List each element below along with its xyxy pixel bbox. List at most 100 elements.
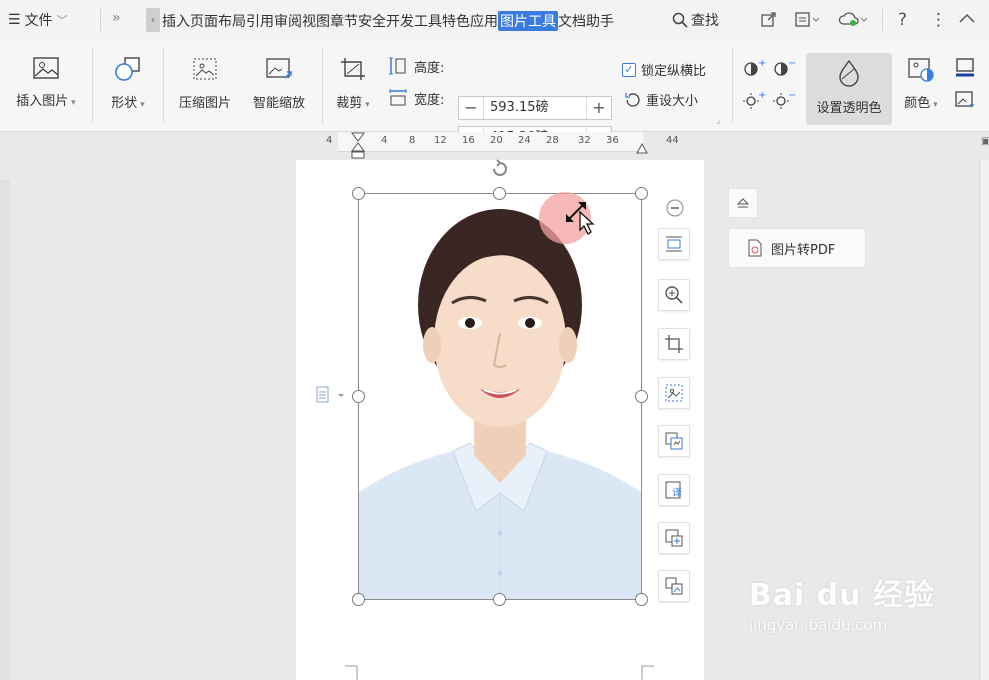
- lock-ratio-checkbox[interactable]: ✓ 锁定纵横比: [622, 60, 706, 79]
- crop-side-button[interactable]: [658, 328, 690, 360]
- set-transparent-label: 设置透明色: [816, 101, 882, 116]
- menu-bar: ☰ 文件 ﹀ » ‹ 插入 页面布局 引用 审阅 视图 章节 安全 开发工具 特…: [0, 0, 989, 40]
- insert-picture-button[interactable]: 插入图片 ▾: [6, 56, 86, 109]
- tab-view[interactable]: 视图: [302, 11, 330, 31]
- resize-handle-top-right[interactable]: [635, 187, 648, 200]
- resize-cursor-icon: [566, 202, 595, 235]
- reset-size-button[interactable]: 重设大小: [624, 90, 698, 109]
- right-indent-marker-icon[interactable]: [636, 138, 648, 154]
- cloud-sync-icon[interactable]: [838, 10, 868, 32]
- tab-security[interactable]: 安全: [358, 11, 386, 31]
- text-wrap-button[interactable]: [658, 228, 690, 260]
- shape-icon: [115, 57, 140, 81]
- collapse-ribbon-icon[interactable]: [958, 10, 976, 32]
- tab-references[interactable]: 引用: [246, 11, 274, 31]
- set-transparent-color-button[interactable]: 设置透明色: [806, 53, 892, 125]
- height-decrease-button[interactable]: −: [459, 97, 483, 119]
- decrease-contrast-icon[interactable]: −: [772, 58, 796, 81]
- resize-handle-right[interactable]: [635, 390, 648, 403]
- tab-featured[interactable]: 特色应用: [442, 11, 498, 31]
- layout-options-icon[interactable]: [316, 386, 348, 404]
- compress-icon: [193, 58, 217, 80]
- height-input[interactable]: 593.15磅: [483, 97, 587, 119]
- compress-picture-label: 压缩图片: [178, 96, 231, 111]
- decrease-brightness-icon[interactable]: −: [772, 90, 796, 113]
- resize-handle-bottom[interactable]: [493, 593, 506, 606]
- image-select-button[interactable]: [658, 377, 690, 409]
- tab-page-layout[interactable]: 页面布局: [190, 11, 246, 31]
- picture-effects-icon[interactable]: [954, 90, 976, 115]
- width-label: 宽度:: [414, 92, 445, 108]
- horizontal-ruler[interactable]: 4 4 8 12 16 20 24 28 32 36 44 ▣: [0, 132, 989, 160]
- ruler-tick: 12: [434, 135, 447, 146]
- checkbox-checked-icon: ✓: [622, 62, 636, 77]
- increase-brightness-icon[interactable]: +: [742, 90, 766, 113]
- tab-section[interactable]: 章节: [330, 11, 358, 31]
- export-icon[interactable]: [794, 10, 820, 32]
- svg-text:+: +: [758, 58, 766, 69]
- search-button[interactable]: 查找: [672, 10, 719, 30]
- image-translate-button[interactable]: 译: [658, 474, 690, 506]
- svg-text:−: −: [788, 58, 796, 69]
- image-add-button[interactable]: [658, 522, 690, 554]
- tab-developer[interactable]: 开发工具: [386, 11, 442, 31]
- share-icon[interactable]: [760, 10, 778, 32]
- tab-picture-tools[interactable]: 图片工具: [498, 11, 558, 31]
- dropdown-arrow-icon: ▾: [362, 100, 370, 110]
- file-menu-label: 文件: [24, 13, 53, 29]
- ribbon-divider: [732, 48, 733, 124]
- resize-handle-bottom-left[interactable]: [352, 593, 365, 606]
- smart-zoom-label: 智能缩放: [252, 96, 305, 111]
- help-icon[interactable]: ?: [898, 10, 907, 30]
- droplet-icon: [839, 59, 859, 87]
- ribbon-tabs: 插入 页面布局 引用 审阅 视图 章节 安全 开发工具 特色应用 图片工具 文档…: [162, 11, 614, 31]
- image-replace-button[interactable]: [658, 425, 690, 457]
- width-icon: [389, 89, 407, 106]
- image-extract-button[interactable]: [658, 570, 690, 602]
- tab-insert[interactable]: 插入: [162, 11, 190, 31]
- resize-handle-top-left[interactable]: [352, 187, 365, 200]
- svg-text:−: −: [788, 90, 796, 101]
- dropdown-arrow-icon: ▾: [68, 98, 76, 108]
- image-select-icon: [665, 384, 683, 402]
- vertical-scrollbar[interactable]: [979, 160, 989, 680]
- collapse-toolbar-icon[interactable]: [665, 198, 685, 218]
- reset-size-icon: [625, 92, 640, 107]
- ruler-tick: 32: [578, 135, 591, 146]
- scroll-left-button[interactable]: ‹: [146, 8, 160, 32]
- shape-button[interactable]: 形状 ▾: [100, 56, 156, 111]
- rotate-handle-icon[interactable]: [489, 158, 511, 180]
- more-tabs-icon[interactable]: »: [112, 10, 121, 26]
- increase-contrast-icon[interactable]: +: [742, 58, 766, 81]
- watermark-url-text: jingyan.baidu.com: [748, 616, 888, 634]
- crop-button[interactable]: 裁剪 ▾: [330, 56, 376, 111]
- zoom-picture-button[interactable]: [658, 279, 690, 311]
- crop-icon: [665, 335, 683, 353]
- picture-to-pdf-button[interactable]: 图片转PDF: [728, 228, 866, 268]
- panel-collapse-button[interactable]: [728, 188, 758, 218]
- indent-marker-icon[interactable]: [351, 132, 365, 160]
- resize-handle-bottom-right[interactable]: [635, 593, 648, 606]
- svg-text:译: 译: [672, 487, 682, 499]
- baidu-jingyan-watermark: Bai du 经验 jingyan.baidu.com: [749, 570, 935, 634]
- shape-label: 形状: [111, 96, 138, 111]
- more-options-icon[interactable]: ⋮: [930, 10, 947, 30]
- compress-picture-button[interactable]: 压缩图片: [170, 56, 240, 111]
- tab-review[interactable]: 审阅: [274, 11, 302, 31]
- size-dialog-launcher-icon[interactable]: ⌟: [716, 116, 720, 126]
- selection-frame: [358, 193, 642, 600]
- smart-zoom-button[interactable]: 智能缩放: [244, 56, 314, 111]
- menu-divider: [100, 9, 101, 31]
- menu-divider: [882, 9, 883, 31]
- picture-border-icon[interactable]: [954, 56, 976, 81]
- insert-picture-label: 插入图片: [16, 94, 69, 109]
- file-menu-button[interactable]: ☰ 文件 ﹀: [8, 10, 68, 30]
- ruler-toggle-icon[interactable]: ▣: [981, 136, 989, 147]
- dropdown-arrow-icon: ▾: [930, 100, 938, 110]
- resize-handle-left[interactable]: [352, 390, 365, 403]
- height-increase-button[interactable]: +: [587, 97, 611, 119]
- zoom-in-icon: [665, 286, 683, 304]
- tab-doc-assistant[interactable]: 文档助手: [558, 11, 614, 31]
- color-button[interactable]: 颜色 ▾: [898, 56, 944, 111]
- resize-handle-top[interactable]: [493, 187, 506, 200]
